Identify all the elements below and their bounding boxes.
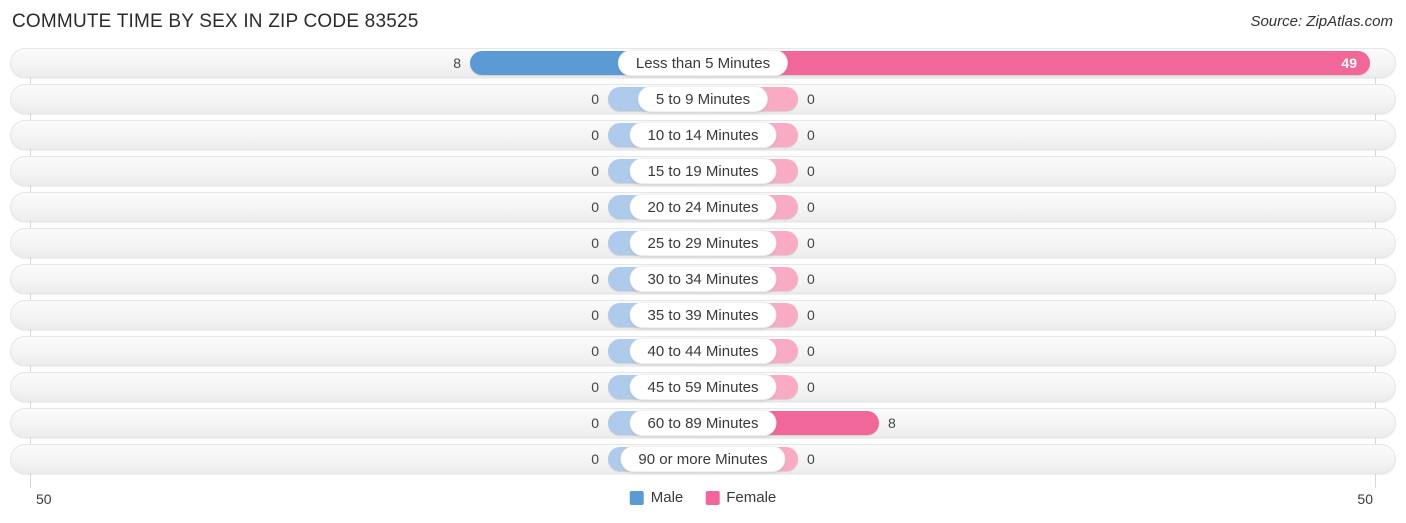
chart-footer: 50 50 Male Female [0, 483, 1406, 523]
row-category-label: 60 to 89 Minutes [629, 410, 777, 436]
table-row[interactable]: 0 0 40 to 44 Minutes [0, 336, 1406, 366]
table-row[interactable]: 0 0 15 to 19 Minutes [0, 156, 1406, 186]
male-value-label: 0 [591, 235, 599, 251]
table-row[interactable]: 0 0 25 to 29 Minutes [0, 228, 1406, 258]
male-value-label: 8 [453, 55, 461, 71]
commute-time-chart: COMMUTE TIME BY SEX IN ZIP CODE 83525 So… [0, 0, 1406, 523]
row-category-label: Less than 5 Minutes [617, 50, 789, 76]
table-row[interactable]: 0 0 30 to 34 Minutes [0, 264, 1406, 294]
legend-item-male[interactable]: Male [629, 489, 684, 506]
table-row[interactable]: 0 0 45 to 59 Minutes [0, 372, 1406, 402]
female-value-label: 0 [807, 343, 815, 359]
male-value-label: 0 [591, 415, 599, 431]
male-value-label: 0 [591, 163, 599, 179]
female-value-label: 0 [807, 91, 815, 107]
female-value-label: 0 [807, 127, 815, 143]
row-category-label: 40 to 44 Minutes [629, 338, 777, 364]
female-value-label: 0 [807, 235, 815, 251]
male-value-label: 0 [591, 199, 599, 215]
row-category-label: 5 to 9 Minutes [637, 86, 769, 112]
female-value-label: 0 [807, 451, 815, 467]
row-category-label: 25 to 29 Minutes [629, 230, 777, 256]
male-value-label: 0 [591, 127, 599, 143]
table-row[interactable]: 8 49 Less than 5 Minutes [0, 48, 1406, 78]
axis-tick-left: 50 [36, 491, 52, 507]
female-value-label: 0 [807, 271, 815, 287]
source-attribution: Source: ZipAtlas.com [1250, 13, 1393, 30]
table-row[interactable]: 0 8 60 to 89 Minutes [0, 408, 1406, 438]
chart-header: COMMUTE TIME BY SEX IN ZIP CODE 83525 So… [0, 0, 1406, 44]
male-value-label: 0 [591, 271, 599, 287]
female-value-label: 49 [1341, 55, 1357, 71]
row-category-label: 15 to 19 Minutes [629, 158, 777, 184]
row-category-label: 45 to 59 Minutes [629, 374, 777, 400]
male-value-label: 0 [591, 379, 599, 395]
plot-area: 8 49 Less than 5 Minutes 0 0 5 to 9 Minutes 0 0… [0, 48, 1406, 488]
bar-rows: 8 49 Less than 5 Minutes 0 0 5 to 9 Minutes 0 0… [0, 48, 1406, 474]
legend-label: Female [726, 489, 777, 506]
table-row[interactable]: 0 0 10 to 14 Minutes [0, 120, 1406, 150]
male-swatch-icon [629, 490, 644, 505]
legend: Male Female [629, 489, 776, 506]
male-value-label: 0 [591, 91, 599, 107]
female-value-label: 0 [807, 163, 815, 179]
table-row[interactable]: 0 0 5 to 9 Minutes [0, 84, 1406, 114]
table-row[interactable]: 0 0 90 or more Minutes [0, 444, 1406, 474]
male-value-label: 0 [591, 307, 599, 323]
row-category-label: 35 to 39 Minutes [629, 302, 777, 328]
axis-tick-right: 50 [1357, 491, 1373, 507]
row-category-label: 20 to 24 Minutes [629, 194, 777, 220]
female-swatch-icon [705, 490, 720, 505]
row-category-label: 30 to 34 Minutes [629, 266, 777, 292]
row-category-label: 10 to 14 Minutes [629, 122, 777, 148]
male-value-label: 0 [591, 343, 599, 359]
female-value-label: 0 [807, 379, 815, 395]
female-bar[interactable]: 49 [703, 51, 1370, 75]
row-category-label: 90 or more Minutes [620, 446, 786, 472]
legend-label: Male [650, 489, 684, 506]
legend-item-female[interactable]: Female [705, 489, 776, 506]
female-value-label: 0 [807, 307, 815, 323]
female-value-label: 0 [807, 199, 815, 215]
table-row[interactable]: 0 0 35 to 39 Minutes [0, 300, 1406, 330]
female-value-label: 8 [888, 415, 896, 431]
male-value-label: 0 [591, 451, 599, 467]
page-title: COMMUTE TIME BY SEX IN ZIP CODE 83525 [12, 11, 419, 32]
table-row[interactable]: 0 0 20 to 24 Minutes [0, 192, 1406, 222]
